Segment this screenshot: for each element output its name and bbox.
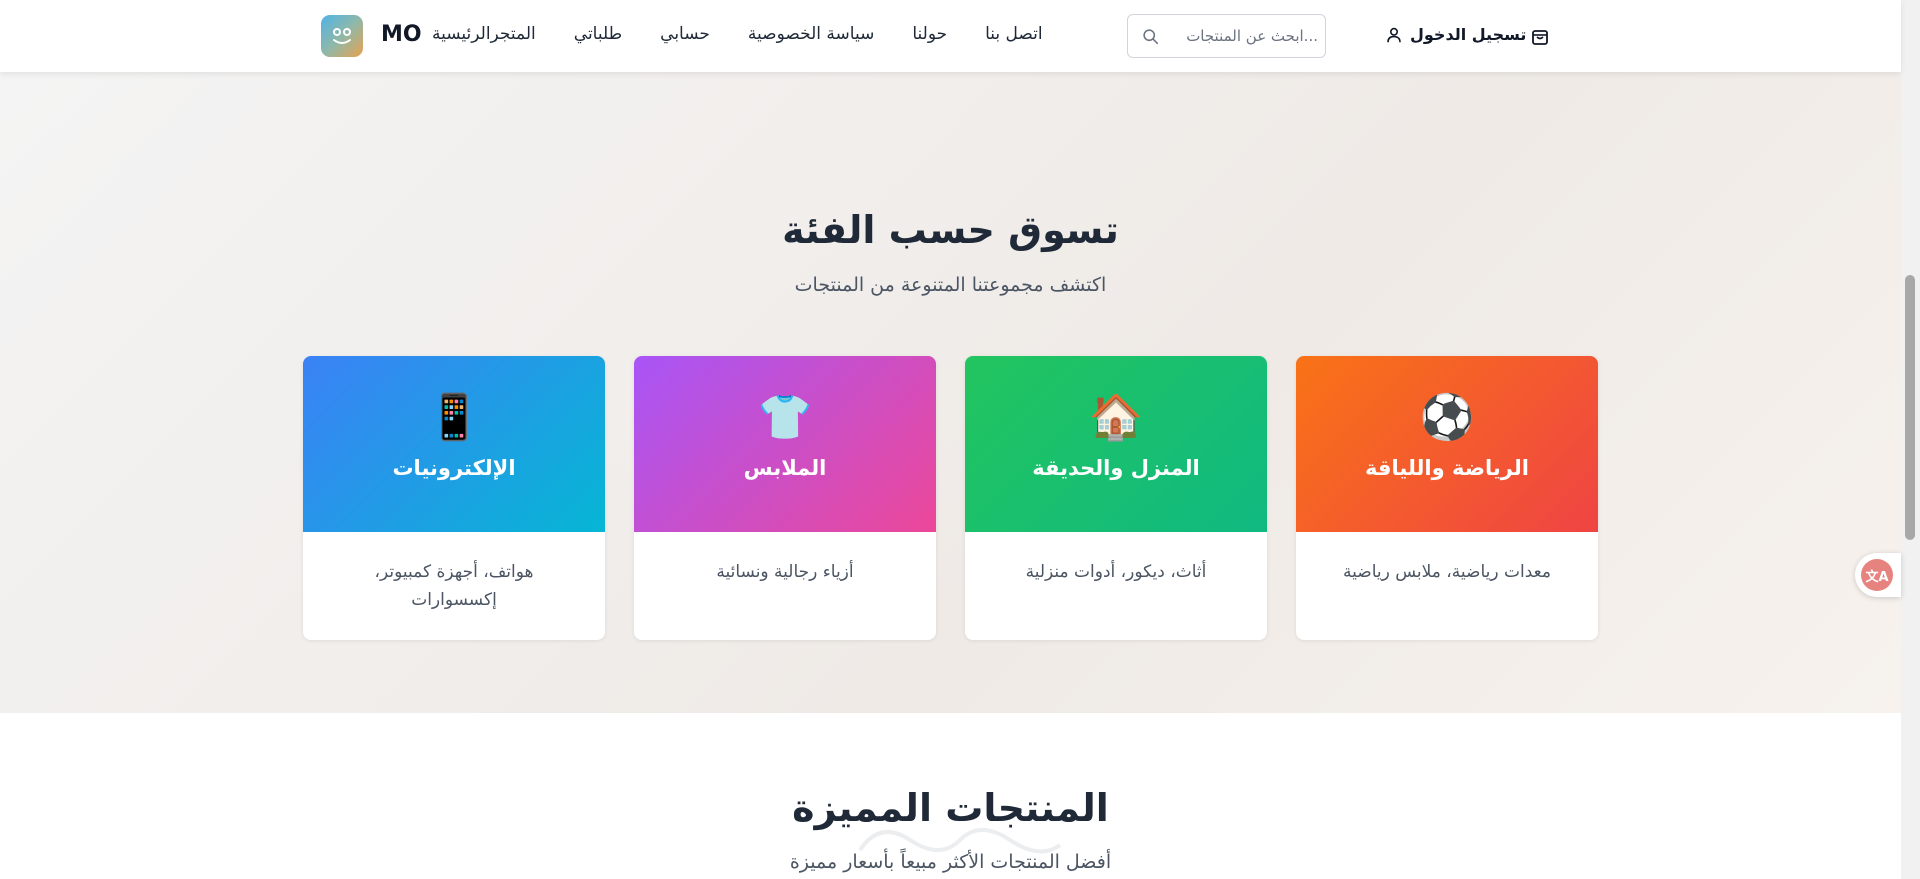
category-card-home-garden[interactable]: 🏠 المنزل والحديقة أثاث، ديكور، أدوات منز… (965, 356, 1267, 640)
house-icon: 🏠 (1088, 392, 1144, 443)
card-header: ⚽ الرياضة واللياقة (1296, 356, 1598, 532)
nav-contact[interactable]: اتصل بنا (985, 24, 1043, 44)
card-title: الإلكترونيات (392, 456, 516, 480)
logo-text[interactable]: MO (381, 22, 422, 47)
search-box (1127, 14, 1326, 58)
watermark-logo (858, 828, 1062, 854)
card-title: الملابس (743, 456, 827, 480)
translate-icon: 文A (1861, 559, 1893, 591)
site-header: MO المتجرالرئيسية طلباتي حسابي سياسة الخ… (0, 0, 1901, 72)
card-header: 👕 الملابس (634, 356, 936, 532)
user-icon (1387, 27, 1401, 42)
card-description: أزياء رجالية ونسائية (716, 562, 854, 582)
card-header: 🏠 المنزل والحديقة (965, 356, 1267, 532)
card-header: 📱 الإلكترونيات (303, 356, 605, 532)
logo[interactable] (321, 15, 363, 57)
people-icon (333, 28, 351, 44)
nav-account[interactable]: حسابي (660, 24, 710, 44)
nav-about[interactable]: حولنا (912, 24, 947, 44)
translate-widget[interactable]: 文A (1855, 553, 1901, 597)
login-button[interactable]: تسجيل الدخول (1386, 25, 1526, 44)
main-nav: المتجرالرئيسية طلباتي حسابي سياسة الخصوص… (432, 24, 1043, 44)
search-input[interactable] (1168, 15, 1318, 57)
card-description: هواتف، أجهزة كمبيوتر، إكسسوارات (374, 562, 534, 610)
card-description: أثاث، ديكور، أدوات منزلية (1025, 562, 1207, 582)
soccer-ball-icon: ⚽ (1419, 392, 1475, 443)
categories-section: تسوق حسب الفئة اكتشف مجموعتنا المتنوعة م… (0, 72, 1901, 713)
card-title: المنزل والحديقة (1032, 456, 1200, 480)
category-card-electronics[interactable]: 📱 الإلكترونيات هواتف، أجهزة كمبيوتر، إكس… (303, 356, 605, 640)
nav-home[interactable]: المتجرالرئيسية (432, 24, 536, 44)
phone-icon: 📱 (426, 392, 482, 443)
shirt-icon: 👕 (757, 392, 813, 443)
nav-privacy[interactable]: سياسة الخصوصية (748, 24, 874, 44)
category-card-sports[interactable]: ⚽ الرياضة واللياقة معدات رياضية، ملابس ر… (1296, 356, 1598, 640)
search-icon[interactable] (1142, 28, 1159, 45)
section-title: تسوق حسب الفئة (782, 208, 1119, 252)
nav-orders[interactable]: طلباتي (574, 24, 622, 44)
card-title: الرياضة واللياقة (1365, 456, 1529, 480)
login-label: تسجيل الدخول (1410, 25, 1527, 44)
page-scrollbar[interactable] (1901, 0, 1920, 879)
section-subtitle: اكتشف مجموعتنا المتنوعة من المنتجات (794, 274, 1107, 296)
category-card-clothing[interactable]: 👕 الملابس أزياء رجالية ونسائية (634, 356, 936, 640)
shopping-bag-icon[interactable] (1530, 26, 1550, 46)
scrollbar-thumb[interactable] (1905, 275, 1915, 540)
card-description: معدات رياضية، ملابس رياضية (1343, 562, 1551, 582)
